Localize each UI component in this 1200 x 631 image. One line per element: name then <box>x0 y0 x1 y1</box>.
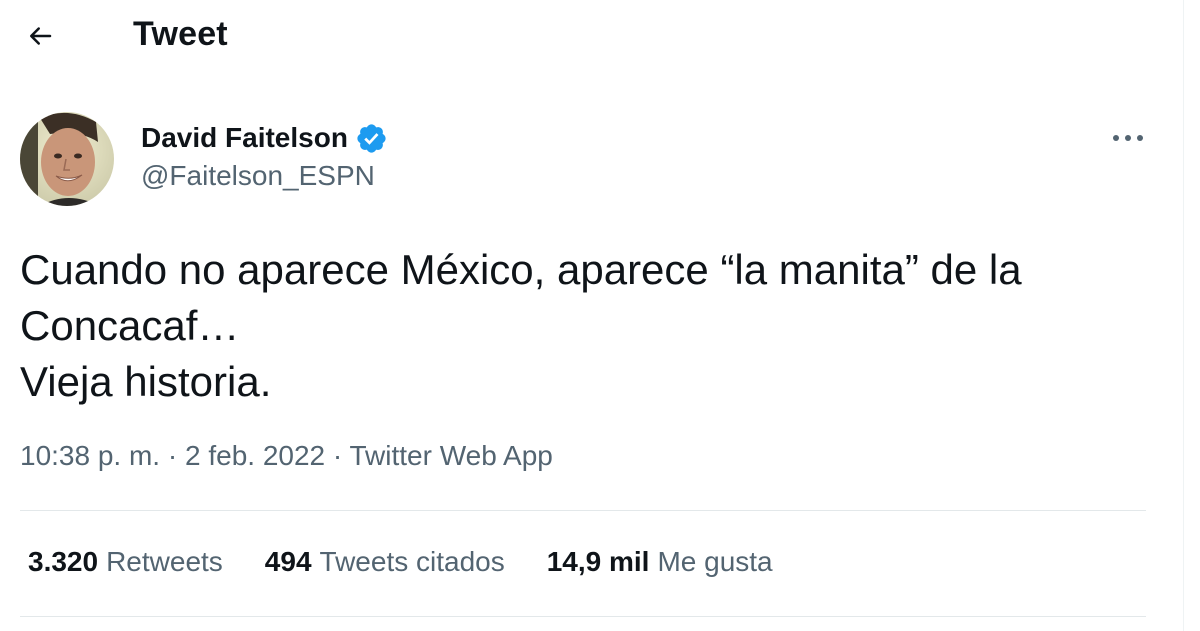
quote-tweets-label: Tweets citados <box>319 546 505 577</box>
more-options-button[interactable] <box>1106 118 1150 158</box>
avatar-photo <box>20 112 114 206</box>
meta-separator: · <box>160 440 185 471</box>
retweets-stat[interactable]: 3.320 Retweets <box>28 546 223 578</box>
column-border <box>1183 0 1184 631</box>
likes-stat[interactable]: 14,9 mil Me gusta <box>547 546 773 578</box>
page-title: Tweet <box>133 15 228 53</box>
retweets-count: 3.320 <box>28 546 99 577</box>
retweets-label: Retweets <box>106 546 223 577</box>
tweet-source[interactable]: Twitter Web App <box>350 440 553 471</box>
arrow-left-icon <box>30 27 52 45</box>
avatar[interactable] <box>20 112 114 206</box>
quote-tweets-count: 494 <box>264 546 312 577</box>
meta-separator: · <box>325 440 350 471</box>
quote-tweets-stat[interactable]: 494 Tweets citados <box>265 546 505 578</box>
tweet-text-line: Vieja historia. <box>20 358 272 405</box>
likes-label: Me gusta <box>657 546 773 577</box>
tweet-text: Cuando no aparece México, aparece “la ma… <box>20 242 1160 410</box>
verified-badge-icon <box>357 123 386 153</box>
author-name-row: David Faitelson <box>141 119 388 157</box>
page-header: Tweet <box>0 0 1180 72</box>
author-name[interactable]: David Faitelson <box>141 122 348 154</box>
divider-bottom <box>20 616 1146 617</box>
tweet-time[interactable]: 10:38 p. m. <box>20 440 160 471</box>
tweet-date[interactable]: 2 feb. 2022 <box>185 440 325 471</box>
tweet-page: Tweet David Faitelson @Faitelson_ESPN Cu… <box>0 0 1200 631</box>
more-horizontal-icon <box>1113 135 1143 141</box>
tweet-metadata: 10:38 p. m. · 2 feb. 2022 · Twitter Web … <box>20 440 553 472</box>
tweet-text-line: Concacaf… <box>20 302 240 349</box>
tweet-text-line: Cuando no aparece México, aparece “la ma… <box>20 246 1022 293</box>
likes-count: 14,9 mil <box>546 546 650 577</box>
engagement-stats: 3.320 Retweets 494 Tweets citados 14,9 m… <box>28 546 815 578</box>
divider-top <box>20 510 1146 511</box>
back-button[interactable] <box>18 14 62 58</box>
author-handle[interactable]: @Faitelson_ESPN <box>141 160 375 192</box>
